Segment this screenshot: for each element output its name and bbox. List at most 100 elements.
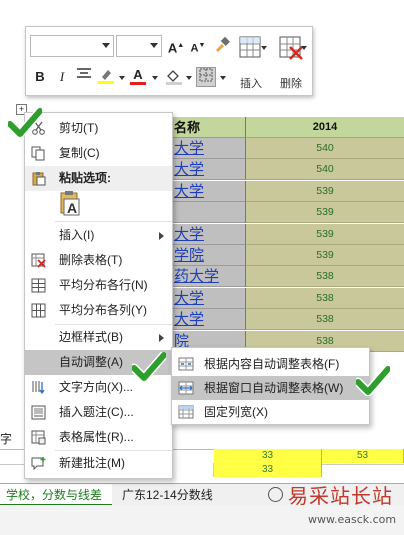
score-cell[interactable]: 540 (246, 138, 404, 159)
header-year-cell[interactable]: 2014 (246, 117, 404, 138)
score-cell[interactable]: 540 (246, 159, 404, 181)
shrink-font-button[interactable]: A▼ (188, 36, 208, 56)
name-cell[interactable]: 大学 (168, 159, 246, 181)
name-cell[interactable]: 大学 (168, 287, 246, 309)
copy-icon (31, 146, 45, 161)
autofit-submenu: 根据内容自动调整表格(F) 根据窗口自动调整表格(W) 固定列宽(X) (171, 347, 370, 425)
submenu-item-autofit-window[interactable]: 根据窗口自动调整表格(W) (172, 376, 369, 400)
score-cell[interactable]: 539 (246, 202, 404, 224)
paste-keep-text-only-icon[interactable]: A (59, 191, 81, 217)
menu-item-label: 平均分布各行(N) (59, 278, 148, 292)
submenu-item-label: 根据窗口自动调整表格(W) (204, 381, 344, 395)
menu-item-label: 新建批注(M) (59, 456, 125, 470)
submenu-item-fixed-column-width[interactable]: 固定列宽(X) (172, 400, 369, 424)
menu-item-copy[interactable]: 复制(C) (25, 141, 172, 166)
score-cell[interactable]: 538 (246, 287, 404, 309)
menu-item-new-comment[interactable]: 新建批注(M) (25, 451, 172, 476)
format-painter-icon[interactable] (212, 36, 232, 56)
menu-item-label: 文字方向(X)... (59, 380, 133, 394)
name-cell[interactable]: 大学 (168, 223, 246, 245)
insert-caption-icon (31, 405, 46, 420)
menu-item-distribute-columns[interactable]: 平均分布各列(Y) (25, 298, 172, 323)
menu-item-distribute-rows[interactable]: 平均分布各行(N) (25, 273, 172, 298)
menu-item-label: 表格属性(R)... (59, 430, 134, 444)
shading-icon[interactable] (164, 67, 184, 87)
menu-item-label: 插入(I) (59, 228, 95, 242)
table-properties-icon (31, 430, 46, 445)
chevron-down-icon[interactable] (150, 43, 158, 48)
yellow-cell[interactable]: 53 (322, 449, 404, 463)
new-comment-icon (31, 457, 46, 471)
center-align-icon[interactable] (74, 67, 94, 87)
font-color-button[interactable]: A (128, 67, 148, 87)
chevron-down-icon[interactable] (186, 76, 192, 80)
text-direction-icon (32, 381, 45, 395)
yellow-cell[interactable]: 33 (214, 449, 322, 463)
menu-item-insert[interactable]: 插入(I) (25, 223, 172, 248)
menu-item-label: 粘贴选项: (59, 171, 111, 185)
menu-item-label: 边框样式(B) (59, 330, 123, 344)
checkmark-icon (356, 366, 390, 396)
name-cell[interactable]: 大学 (168, 138, 246, 159)
bold-button[interactable]: B (30, 67, 50, 87)
chevron-down-icon[interactable] (152, 76, 158, 80)
chevron-down-icon[interactable] (119, 76, 125, 80)
borders-icon[interactable] (196, 67, 216, 87)
distribute-columns-icon (31, 303, 46, 318)
menu-item-label: 自动调整(A) (59, 355, 123, 369)
chevron-down-icon[interactable] (102, 43, 110, 48)
menu-item-delete-table[interactable]: 删除表格(T) (25, 248, 172, 273)
name-cell[interactable]: 学院 (168, 245, 246, 266)
menu-item-border-styles[interactable]: 边框样式(B) (25, 325, 172, 350)
highlight-icon[interactable] (96, 67, 116, 87)
font-name-combo[interactable] (30, 35, 114, 57)
name-cell[interactable] (168, 202, 246, 224)
score-cell[interactable]: 538 (246, 309, 404, 331)
chevron-down-icon[interactable] (220, 76, 226, 80)
score-cell[interactable]: 539 (246, 180, 404, 202)
chevron-down-icon[interactable] (261, 46, 267, 50)
score-cell[interactable]: 539 (246, 245, 404, 266)
insert-label: 插入 (240, 78, 262, 90)
submenu-item-autofit-contents[interactable]: 根据内容自动调整表格(F) (172, 352, 369, 376)
name-cell[interactable]: 大学 (168, 180, 246, 202)
menu-item-table-properties[interactable]: 表格属性(R)... (25, 425, 172, 450)
cell-text-fragment: 字 (0, 432, 13, 446)
menu-item-label: 剪切(T) (59, 121, 99, 135)
submenu-item-label: 根据内容自动调整表格(F) (204, 357, 340, 371)
delete-table-icon (31, 253, 46, 268)
menu-item-label: 平均分布各列(Y) (59, 303, 147, 317)
font-size-combo[interactable] (116, 35, 162, 57)
autofit-window-icon (178, 381, 194, 395)
name-cell[interactable]: 大学 (168, 309, 246, 331)
menu-item-insert-caption[interactable]: 插入题注(C)... (25, 400, 172, 425)
checkmark-icon (8, 108, 42, 138)
menu-item-label: 插入题注(C)... (59, 405, 134, 419)
score-cell[interactable]: 539 (246, 223, 404, 245)
context-menu: 剪切(T) 复制(C) 粘贴选项: A 插入(I) 删除表格(T) 平均分布各行… (24, 112, 173, 479)
yellow-cell[interactable]: 33 (214, 463, 322, 477)
watermark: 易采站长站 www.easck.com (280, 478, 404, 535)
mini-toolbar: A▲ A▼ B I A 插入 删除 (25, 26, 313, 96)
insert-table-button[interactable]: 插入 (233, 35, 269, 91)
sheet-tab[interactable]: 广东12-14分数线 (116, 484, 219, 506)
menu-item-cut[interactable]: 剪切(T) (25, 116, 172, 141)
grow-font-button[interactable]: A▲ (166, 36, 186, 56)
chevron-down-icon[interactable] (301, 46, 307, 50)
chevron-right-icon (159, 334, 164, 342)
menu-section-paste-options: 粘贴选项: (25, 166, 172, 191)
sheet-tab-active[interactable]: 学校，分数与线差 (0, 484, 112, 506)
watermark-url: www.easck.com (308, 513, 397, 526)
menu-item-label: 删除表格(T) (59, 253, 123, 267)
autofit-contents-icon (178, 357, 194, 371)
name-cell[interactable]: 药大学 (168, 266, 246, 288)
score-cell[interactable]: 538 (246, 266, 404, 288)
italic-button[interactable]: I (52, 67, 72, 87)
submenu-item-label: 固定列宽(X) (204, 405, 268, 419)
fixed-column-width-icon (178, 405, 194, 419)
header-name-cell[interactable]: 名称 (168, 117, 246, 138)
chevron-right-icon (159, 232, 164, 240)
delete-table-button[interactable]: 删除 (273, 35, 309, 91)
checkmark-icon (132, 352, 166, 382)
distribute-rows-icon (31, 278, 46, 293)
